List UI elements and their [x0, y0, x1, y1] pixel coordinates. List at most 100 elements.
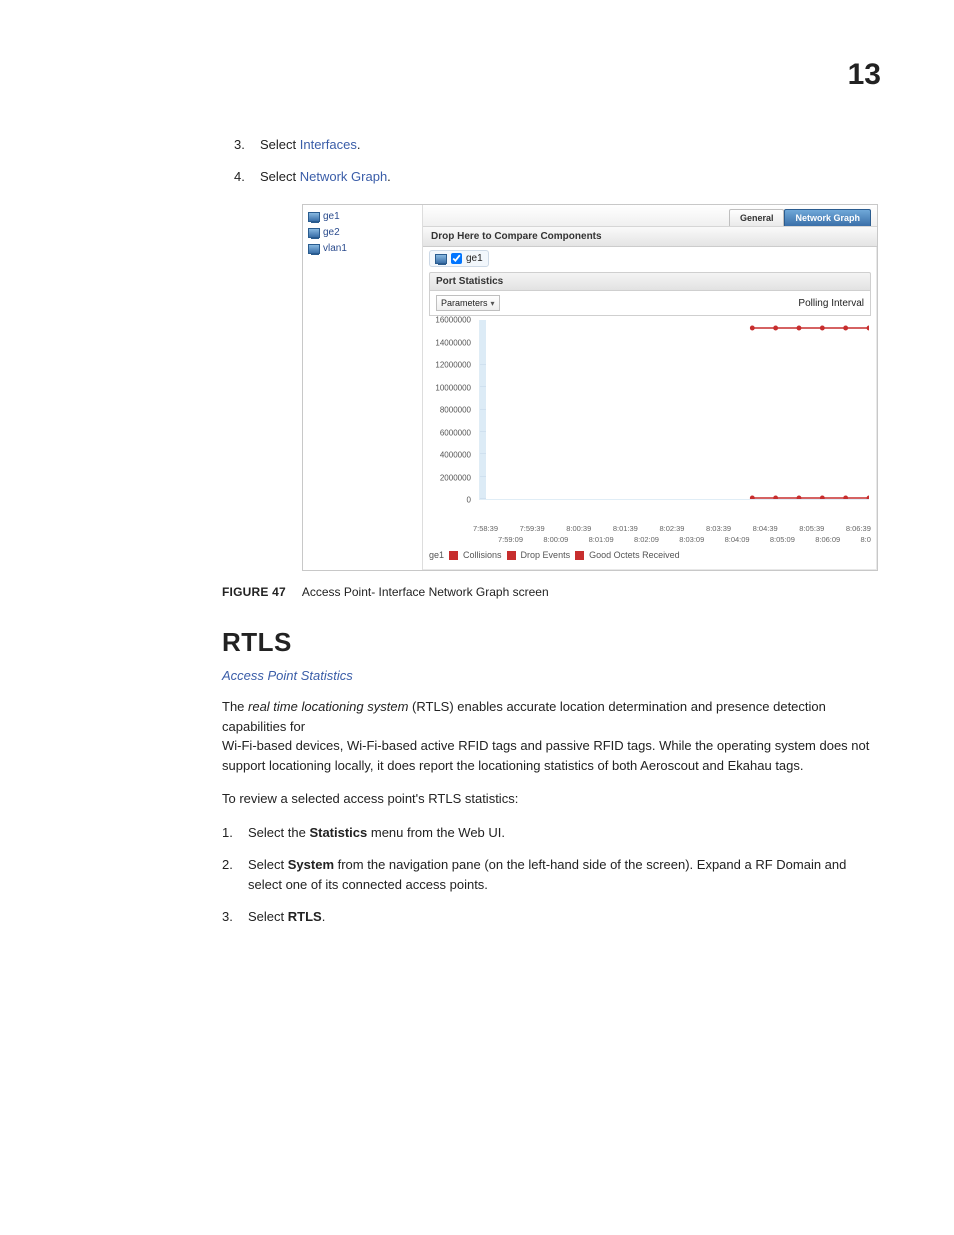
x-tick: 8:0 [861, 535, 871, 544]
screenshot-main: General Network Graph Drop Here to Compa… [423, 205, 877, 560]
tree-item-ge2[interactable]: ge2 [308, 227, 417, 238]
figure-number: FIGURE 47 [222, 585, 286, 599]
legend-swatch [449, 551, 458, 560]
parameters-dropdown[interactable]: Parameters [436, 295, 500, 311]
legend-label: Collisions [463, 550, 502, 560]
step-number: 2. [222, 855, 233, 875]
system-item: System [288, 857, 334, 872]
tree-item-vlan1[interactable]: vlan1 [308, 243, 417, 254]
page-content: 3. Select Interfaces. 4. Select Network … [222, 135, 882, 939]
legend-label: Good Octets Received [589, 550, 680, 560]
selected-interface-chip[interactable]: ge1 [429, 250, 489, 267]
selected-interface-label: ge1 [466, 253, 483, 264]
page-number: 13 [848, 58, 881, 92]
figure-caption-text: Access Point- Interface Network Graph sc… [302, 585, 549, 599]
legend-series-ref: ge1 [429, 550, 444, 560]
figure-caption: FIGURE 47 Access Point- Interface Networ… [222, 585, 882, 599]
rtls-instruction-lead: To review a selected access point's RTLS… [222, 789, 882, 809]
step-suffix: . [387, 169, 391, 184]
text: Wi-Fi-based devices, Wi-Fi-based active … [222, 738, 869, 773]
breadcrumb-link[interactable]: Access Point Statistics [222, 668, 882, 683]
interfaces-link[interactable]: Interfaces [300, 137, 357, 152]
interface-tree-sidebar: ge1 ge2 vlan1 [303, 205, 423, 570]
x-axis-row1: 7:58:39 7:59:39 8:00:39 8:01:39 8:02:39 … [473, 524, 871, 533]
interface-icon [308, 212, 320, 222]
step-text: menu from the Web UI. [367, 825, 505, 840]
tree-label: ge1 [323, 211, 340, 222]
x-tick: 8:02:09 [634, 535, 659, 544]
tree-label: ge2 [323, 227, 340, 238]
polling-interval-label: Polling Interval [798, 298, 864, 309]
drop-zone-bar[interactable]: Drop Here to Compare Components [423, 227, 877, 247]
rtls-step-2: 2. Select System from the navigation pan… [222, 855, 882, 895]
step-number: 3. [222, 907, 233, 927]
x-tick: 8:02:39 [659, 524, 684, 533]
y-tick: 14000000 [435, 338, 471, 347]
tab-network-graph[interactable]: Network Graph [784, 209, 871, 226]
y-tick: 10000000 [435, 383, 471, 392]
step-text: . [322, 909, 326, 924]
step-text: Select [260, 169, 300, 184]
step-text: Select [248, 857, 288, 872]
x-tick: 8:06:39 [846, 524, 871, 533]
step-text: from the navigation pane (on the left-ha… [248, 857, 846, 892]
x-tick: 7:59:39 [520, 524, 545, 533]
rtls-step-1: 1. Select the Statistics menu from the W… [222, 823, 882, 843]
step-text: Select the [248, 825, 309, 840]
plot-area [479, 320, 869, 500]
x-tick: 8:05:09 [770, 535, 795, 544]
legend-swatch [507, 551, 516, 560]
text: The [222, 699, 248, 714]
step-number: 4. [234, 167, 245, 187]
statistics-menu: Statistics [309, 825, 367, 840]
selected-interface-checkbox[interactable] [451, 253, 462, 264]
y-tick: 6000000 [440, 428, 471, 437]
interface-icon [435, 254, 447, 264]
x-tick: 8:04:39 [753, 524, 778, 533]
port-statistics-header: Port Statistics [429, 272, 871, 291]
rtls-term: real time locationing system [248, 699, 408, 714]
x-tick: 8:00:39 [566, 524, 591, 533]
legend-swatch [575, 551, 584, 560]
rtls-steps-list: 1. Select the Statistics menu from the W… [222, 823, 882, 928]
top-steps-list: 3. Select Interfaces. 4. Select Network … [222, 135, 882, 186]
x-tick: 8:03:09 [679, 535, 704, 544]
y-tick: 12000000 [435, 361, 471, 370]
tree-item-ge1[interactable]: ge1 [308, 211, 417, 222]
x-tick: 8:05:39 [799, 524, 824, 533]
rtls-intro-paragraph: The real time locationing system (RTLS) … [222, 697, 882, 775]
tabs-row: General Network Graph [423, 205, 877, 227]
tab-general[interactable]: General [729, 209, 785, 226]
y-tick: 2000000 [440, 473, 471, 482]
x-axis-row2: 7:59:09 8:00:09 8:01:09 8:02:09 8:03:09 … [498, 535, 871, 544]
step-number: 1. [222, 823, 233, 843]
rtls-step-3: 3. Select RTLS. [222, 907, 882, 927]
x-tick: 8:03:39 [706, 524, 731, 533]
x-tick: 7:58:39 [473, 524, 498, 533]
x-tick: 8:04:09 [725, 535, 750, 544]
step-3: 3. Select Interfaces. [222, 135, 882, 155]
screenshot-panel: ge1 ge2 vlan1 General Network Graph Drop… [302, 204, 878, 571]
port-statistics-chart: 16000000 14000000 12000000 10000000 8000… [429, 320, 871, 520]
network-graph-link[interactable]: Network Graph [300, 169, 387, 184]
selected-interface-row: ge1 [423, 247, 877, 270]
step-number: 3. [234, 135, 245, 155]
y-tick: 4000000 [440, 451, 471, 460]
y-tick: 16000000 [435, 316, 471, 325]
rtls-item: RTLS [288, 909, 322, 924]
chart-svg [480, 320, 869, 499]
tree-label: vlan1 [323, 243, 347, 254]
y-axis-labels: 16000000 14000000 12000000 10000000 8000… [429, 320, 473, 500]
step-text: Select [260, 137, 300, 152]
x-tick: 8:06:09 [815, 535, 840, 544]
interface-icon [308, 228, 320, 238]
y-tick: 0 [467, 496, 471, 505]
chart-legend: ge1 Collisions Drop Events Good Octets R… [429, 550, 871, 560]
step-suffix: . [357, 137, 361, 152]
x-tick: 8:01:09 [589, 535, 614, 544]
interface-icon [308, 244, 320, 254]
x-tick: 8:01:39 [613, 524, 638, 533]
panel-toolbar: Parameters Polling Interval [429, 291, 871, 316]
step-text: Select [248, 909, 288, 924]
x-tick: 7:59:09 [498, 535, 523, 544]
